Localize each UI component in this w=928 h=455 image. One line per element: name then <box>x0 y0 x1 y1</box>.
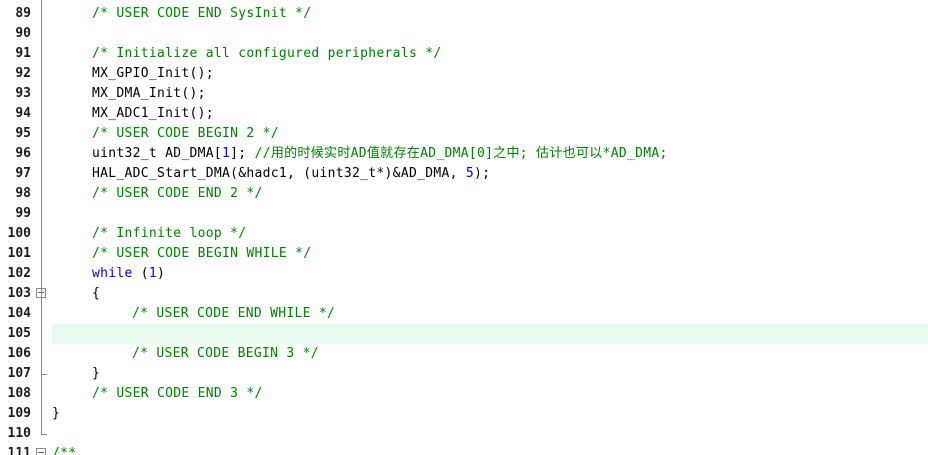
code-token: /* USER CODE BEGIN WHILE */ <box>92 246 312 261</box>
code-line[interactable]: 111 /** <box>0 444 928 455</box>
code-token: /* Infinite loop */ <box>92 226 247 241</box>
code-text: /** <box>52 444 76 455</box>
code-token: 1 <box>222 146 231 161</box>
code-token: } <box>52 406 61 421</box>
code-line[interactable]: 102 while (1) <box>0 264 928 284</box>
line-number: 97 <box>15 166 31 181</box>
code-line[interactable]: 106 /* USER CODE BEGIN 3 */ <box>0 344 928 364</box>
code-text: /* USER CODE END 2 */ <box>92 184 263 204</box>
line-number: 107 <box>7 366 31 381</box>
line-number: 93 <box>15 86 31 101</box>
code-text: /* USER CODE BEGIN WHILE */ <box>92 244 311 264</box>
line-number: 102 <box>7 266 31 281</box>
code-token: MX_GPIO_Init(); <box>92 66 214 81</box>
fold-end-marker <box>41 434 47 435</box>
code-line[interactable]: 96 uint32_t AD_DMA[1]; //用的时候实时AD值就存在AD_D… <box>0 144 928 164</box>
code-token: { <box>92 286 101 301</box>
code-token: ); <box>473 166 491 181</box>
line-number: 109 <box>7 406 31 421</box>
code-token: /* USER CODE END WHILE */ <box>132 306 336 321</box>
code-text: /* USER CODE BEGIN 3 */ <box>132 344 319 364</box>
line-number: 103 <box>7 286 31 301</box>
code-line[interactable]: 103 { <box>0 284 928 304</box>
line-number: 89 <box>15 6 31 21</box>
code-token: /* USER CODE END 2 */ <box>92 186 263 201</box>
code-text: /* USER CODE END 3 */ <box>92 384 263 404</box>
code-token: /* USER CODE END SysInit */ <box>92 6 312 21</box>
code-token: /* USER CODE BEGIN 2 */ <box>92 126 279 141</box>
code-line[interactable]: 89 /* USER CODE END SysInit */ <box>0 4 928 24</box>
code-token: MX_ADC1_Init(); <box>92 106 214 121</box>
line-number: 105 <box>7 326 31 341</box>
code-token: ( <box>132 266 149 281</box>
line-number: 110 <box>7 426 31 441</box>
code-token: /* USER CODE BEGIN 3 */ <box>132 346 319 361</box>
code-text: { <box>92 284 100 304</box>
code-text: /* Initialize all configured peripherals… <box>92 44 441 64</box>
code-text: MX_GPIO_Init(); <box>92 64 214 84</box>
code-line[interactable]: 101 /* USER CODE BEGIN WHILE */ <box>0 244 928 264</box>
code-line[interactable]: 91 /* Initialize all configured periphera… <box>0 44 928 64</box>
code-text: uint32_t AD_DMA[1]; //用的时候实时AD值就存在AD_DMA… <box>92 144 668 164</box>
code-line[interactable]: 94 MX_ADC1_Init(); <box>0 104 928 124</box>
code-text: while (1) <box>92 264 165 284</box>
code-line[interactable]: 97 HAL_ADC_Start_DMA(&hadc1, (uint32_t*)&… <box>0 164 928 184</box>
code-text: HAL_ADC_Start_DMA(&hadc1, (uint32_t*)&AD… <box>92 164 490 184</box>
code-token: /** <box>52 446 77 455</box>
line-number: 100 <box>7 226 31 241</box>
line-number: 94 <box>15 106 31 121</box>
fold-guide <box>41 0 42 434</box>
code-token: /* Initialize all configured peripherals… <box>92 46 442 61</box>
code-token: while <box>92 266 133 281</box>
code-token: HAL_ADC_Start_DMA(&hadc1, (uint32_t*)&AD… <box>92 166 466 181</box>
collapse-icon[interactable] <box>36 448 46 455</box>
code-line[interactable]: 100 /* Infinite loop */ <box>0 224 928 244</box>
code-editor[interactable]: 89 /* USER CODE END SysInit */ 90 91 /* Init… <box>0 0 928 455</box>
code-text: /* Infinite loop */ <box>92 224 246 244</box>
code-token: /* USER CODE END 3 */ <box>92 386 263 401</box>
line-number: 99 <box>15 206 31 221</box>
code-token: 1 <box>148 266 158 281</box>
current-line-highlight <box>52 324 928 344</box>
code-line[interactable]: 110 <box>0 424 928 444</box>
code-line-current[interactable]: 105 <box>0 324 928 344</box>
code-line[interactable]: 92 MX_GPIO_Init(); <box>0 64 928 84</box>
code-line[interactable]: 99 <box>0 204 928 224</box>
line-number: 111 <box>7 446 31 455</box>
line-number: 95 <box>15 126 31 141</box>
code-text: MX_ADC1_Init(); <box>92 104 214 124</box>
code-line[interactable]: 109} <box>0 404 928 424</box>
code-line[interactable]: 98 /* USER CODE END 2 */ <box>0 184 928 204</box>
code-text: MX_DMA_Init(); <box>92 84 206 104</box>
line-number: 96 <box>15 146 31 161</box>
code-token: 5 <box>465 166 474 181</box>
code-line[interactable]: 93 MX_DMA_Init(); <box>0 84 928 104</box>
code-token: //用的时候实时AD值就存在AD_DMA[0]之中; 估计也可以*AD_DMA; <box>254 146 668 161</box>
code-line[interactable]: 108 /* USER CODE END 3 */ <box>0 384 928 404</box>
code-text: /* USER CODE END WHILE */ <box>132 304 335 324</box>
code-line[interactable]: 95 /* USER CODE BEGIN 2 */ <box>0 124 928 144</box>
code-text: } <box>52 404 60 424</box>
code-text: /* USER CODE END SysInit */ <box>92 4 311 24</box>
code-token: ) <box>157 266 166 281</box>
code-text: /* USER CODE BEGIN 2 */ <box>92 124 279 144</box>
line-number: 108 <box>7 386 31 401</box>
line-number: 90 <box>15 26 31 41</box>
line-number: 92 <box>15 66 31 81</box>
line-number: 104 <box>7 306 31 321</box>
code-token: } <box>92 366 101 381</box>
code-line[interactable]: 104 /* USER CODE END WHILE */ <box>0 304 928 324</box>
line-number: 101 <box>7 246 31 261</box>
code-line[interactable]: 107} <box>0 364 928 384</box>
code-token: uint32_t AD_DMA[ <box>92 146 223 161</box>
code-token: MX_DMA_Init(); <box>92 86 206 101</box>
code-text: } <box>92 364 100 384</box>
line-number: 106 <box>7 346 31 361</box>
code-token: ]; <box>230 146 255 161</box>
line-number: 91 <box>15 46 31 61</box>
line-number: 98 <box>15 186 31 201</box>
code-line[interactable]: 90 <box>0 24 928 44</box>
